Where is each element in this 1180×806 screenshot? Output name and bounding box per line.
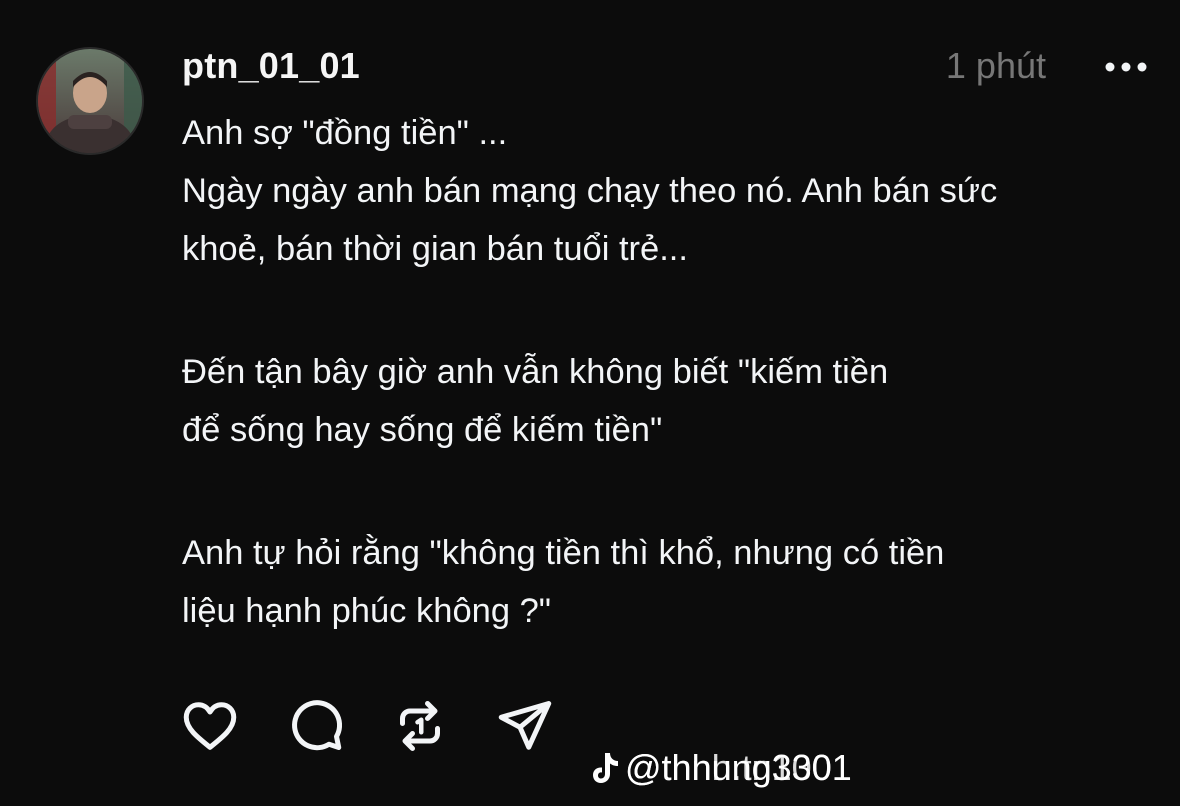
more-options-button[interactable] [1102, 50, 1150, 84]
post-timestamp: 1 phút [945, 45, 1046, 86]
post-paragraph: Đến tận bây giờ anh vẫn không biết "kiếm… [182, 353, 889, 449]
repost-button[interactable] [390, 696, 450, 756]
send-icon [498, 701, 552, 750]
avatar[interactable] [36, 47, 144, 155]
repost-icon [400, 701, 440, 751]
tiktok-icon [591, 751, 621, 785]
username[interactable]: ptn_01_01 [182, 44, 360, 88]
post-paragraph: Anh tự hỏi rằng "không tiền thì khổ, như… [182, 534, 945, 630]
action-bar [180, 696, 600, 756]
comment-button[interactable] [285, 696, 345, 756]
post-text: Anh sợ "đồng tiền" ... Ngày ngày anh bán… [182, 104, 1152, 640]
share-button[interactable] [495, 696, 555, 756]
tiktok-watermark: @thhung3301 @thnh.tn100 [591, 744, 852, 792]
like-button[interactable] [180, 696, 240, 756]
post-paragraph: Anh sợ "đồng tiền" ... Ngày ngày anh bán… [182, 114, 998, 268]
more-dots-icon [1105, 62, 1147, 72]
heart-icon [183, 702, 237, 750]
comment-icon [292, 700, 343, 751]
watermark-handle-overlay: @thnh.tn100 [625, 747, 832, 788]
post-card: ptn_01_01 1 phút Anh sợ "đồng tiền" ... … [0, 0, 1180, 806]
